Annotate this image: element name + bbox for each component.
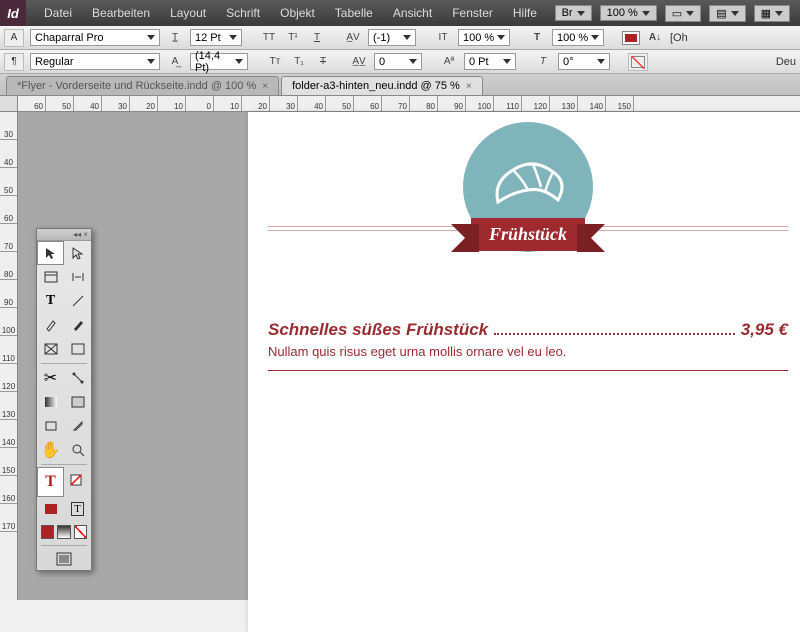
fill-stroke-proxy[interactable]: T xyxy=(37,467,64,497)
tools-panel[interactable]: ◂◂ × T ✂ ✋ T T xyxy=(36,228,92,571)
apply-gradient[interactable] xyxy=(57,525,70,539)
badge-logo: Frühstück xyxy=(448,122,608,282)
panel-header[interactable]: ◂◂ × xyxy=(37,229,91,241)
horizontal-ruler[interactable]: 6050403020100102030405060708090100110120… xyxy=(18,96,800,112)
kerning-combo[interactable]: (-1) xyxy=(368,29,416,46)
leading-combo[interactable]: (14,4 Pt) xyxy=(190,53,248,70)
hscale-icon: T xyxy=(528,29,546,47)
formatting-container-icon[interactable] xyxy=(37,497,64,521)
badge-ribbon: Frühstück xyxy=(471,218,585,251)
leading-icon: A͢ xyxy=(166,53,184,71)
bridge-button[interactable]: Br xyxy=(555,5,592,21)
smallcaps-icon[interactable]: Tᴛ xyxy=(266,53,284,71)
document-tabs: *Flyer - Vorderseite und Rückseite.indd … xyxy=(0,74,800,96)
main-menu: Datei Bearbeiten Layout Schrift Objekt T… xyxy=(34,2,547,24)
selection-tool[interactable] xyxy=(37,241,64,265)
menu-item: Schnelles süßes Frühstück 3,95 € Nullam … xyxy=(268,320,788,359)
note-tool[interactable] xyxy=(37,414,64,438)
char-mode-icon[interactable]: A xyxy=(4,29,24,47)
para-mode-icon[interactable]: ¶ xyxy=(4,53,24,71)
close-icon[interactable]: × xyxy=(466,81,472,92)
pen-tool[interactable] xyxy=(37,313,64,337)
kerning-icon: A̲V xyxy=(344,29,362,47)
page-tool[interactable] xyxy=(37,265,64,289)
skew-combo[interactable]: 0° xyxy=(558,53,610,70)
scissors-tool[interactable]: ✂ xyxy=(37,366,64,390)
pencil-tool[interactable] xyxy=(64,313,91,337)
gradient-feather-tool[interactable] xyxy=(64,390,91,414)
direct-selection-tool[interactable] xyxy=(64,241,91,265)
menu-datei[interactable]: Datei xyxy=(34,2,82,24)
gap-tool[interactable] xyxy=(64,265,91,289)
type-tool[interactable]: T xyxy=(37,289,64,313)
view-mode-2[interactable]: ▤ xyxy=(709,5,745,22)
free-transform-tool[interactable] xyxy=(64,366,91,390)
font-style-combo[interactable]: Regular xyxy=(30,53,160,70)
apply-none[interactable] xyxy=(74,525,87,539)
menu-hilfe[interactable]: Hilfe xyxy=(503,2,547,24)
tracking-icon: A̲V̲ xyxy=(350,53,368,71)
rectangle-frame-tool[interactable] xyxy=(37,337,64,361)
indesign-app-icon: Id xyxy=(0,0,26,26)
zoom-tool[interactable] xyxy=(64,438,91,462)
gradient-swatch-tool[interactable] xyxy=(37,390,64,414)
menu-fenster[interactable]: Fenster xyxy=(442,2,503,24)
menu-item-title: Schnelles süßes Frühstück xyxy=(268,320,488,340)
language-label[interactable]: Deu xyxy=(776,56,796,68)
superscript-icon[interactable]: T¹ xyxy=(284,29,302,47)
fill-swatch-red[interactable] xyxy=(622,31,640,45)
tab-flyer[interactable]: *Flyer - Vorderseite und Rückseite.indd … xyxy=(6,76,279,95)
font-size-icon: T͇ xyxy=(166,29,184,47)
subscript-icon[interactable]: T₁ xyxy=(290,53,308,71)
tab-folder-a3[interactable]: folder-a3-hinten_neu.indd @ 75 %× xyxy=(281,76,483,95)
top-right-controls: Br 100 % ▭ ▤ ▦ xyxy=(555,5,800,22)
menu-item-desc: Nullam quis risus eget urna mollis ornar… xyxy=(268,344,788,359)
vscale-combo[interactable]: 100 % xyxy=(458,29,510,46)
control-panel-row-1: A Chaparral Pro T͇ 12 Pt TT T¹ T A̲V (-1… xyxy=(0,26,800,50)
zoom-combo[interactable]: 100 % xyxy=(600,5,657,21)
line-tool[interactable] xyxy=(64,289,91,313)
char-style-icon[interactable]: A↓ xyxy=(646,29,664,47)
ruler-corner xyxy=(0,96,18,112)
menu-bearbeiten[interactable]: Bearbeiten xyxy=(82,2,160,24)
allcaps-icon[interactable]: TT xyxy=(260,29,278,47)
baseline-combo[interactable]: 0 Pt xyxy=(464,53,516,70)
vertical-ruler[interactable]: 30405060708090100110120130140150160170 xyxy=(0,112,18,600)
control-panel-row-2: ¶ Regular A͢ (14,4 Pt) Tᴛ T₁ T A̲V̲ 0 Aª… xyxy=(0,50,800,74)
eyedropper-tool[interactable] xyxy=(64,414,91,438)
baseline-icon: Aª xyxy=(440,53,458,71)
hscale-combo[interactable]: 100 % xyxy=(552,29,604,46)
document-page[interactable]: Frühstück Schnelles süßes Frühstück 3,95… xyxy=(248,112,800,632)
strikethrough-icon[interactable]: T xyxy=(314,53,332,71)
menu-objekt[interactable]: Objekt xyxy=(270,2,325,24)
menu-schrift[interactable]: Schrift xyxy=(216,2,270,24)
apply-color[interactable] xyxy=(41,525,54,539)
vscale-icon: IT xyxy=(434,29,452,47)
formatting-text-icon[interactable]: T xyxy=(64,497,91,521)
swap-fill-stroke[interactable] xyxy=(64,467,91,497)
rectangle-tool[interactable] xyxy=(64,337,91,361)
tracking-combo[interactable]: 0 xyxy=(374,53,422,70)
workspace: 6050403020100102030405060708090100110120… xyxy=(0,96,800,600)
underline-icon[interactable]: T xyxy=(308,29,326,47)
divider-line xyxy=(268,370,788,371)
apply-color-row xyxy=(37,521,91,543)
menu-ansicht[interactable]: Ansicht xyxy=(383,2,442,24)
hand-tool[interactable]: ✋ xyxy=(37,438,64,462)
menu-item-price: 3,95 € xyxy=(741,320,788,340)
menu-tabelle[interactable]: Tabelle xyxy=(325,2,383,24)
view-mode-1[interactable]: ▭ xyxy=(665,5,701,22)
menu-layout[interactable]: Layout xyxy=(160,2,216,24)
croissant-icon xyxy=(483,152,573,222)
leader-dots xyxy=(494,333,735,335)
app-menu-bar: Id Datei Bearbeiten Layout Schrift Objek… xyxy=(0,0,800,26)
screen-mode-icon[interactable] xyxy=(37,548,91,570)
char-style-label: [Oh xyxy=(670,32,688,44)
workspace-switcher[interactable]: ▦ xyxy=(754,5,790,22)
font-size-combo[interactable]: 12 Pt xyxy=(190,29,242,46)
close-icon[interactable]: × xyxy=(262,81,268,92)
font-family-combo[interactable]: Chaparral Pro xyxy=(30,29,160,46)
stroke-swatch-none[interactable] xyxy=(628,53,648,71)
skew-icon: T xyxy=(534,53,552,71)
